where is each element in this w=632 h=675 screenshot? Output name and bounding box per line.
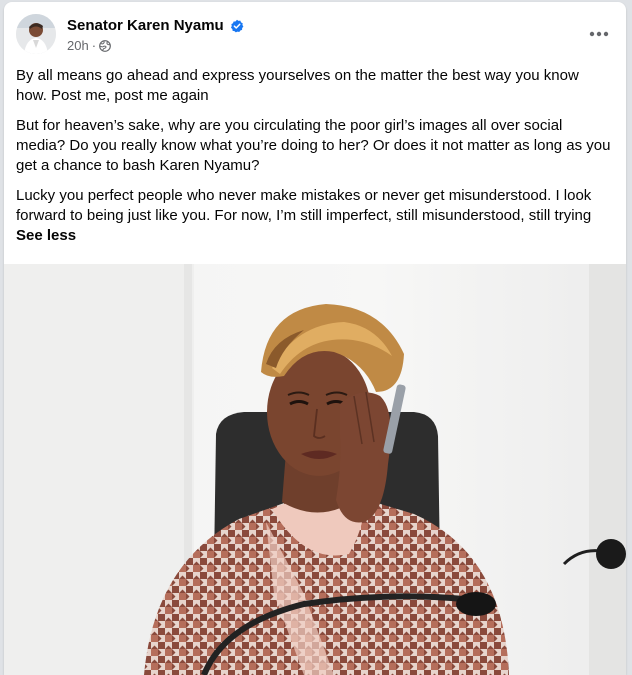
verified-badge-icon [230,19,244,32]
author-avatar[interactable] [16,14,56,54]
see-less-link[interactable]: See less [16,227,76,244]
more-options-icon [589,31,609,37]
author-name[interactable]: Senator Karen Nyamu [67,17,224,34]
post-meta: 20h · [67,38,111,53]
author-name-row: Senator Karen Nyamu [67,17,244,34]
post-paragraph-last: Lucky you perfect people who never make … [16,186,612,246]
post-card: Senator Karen Nyamu 20h · By all means g… [4,2,626,675]
post-photo-image [4,264,626,675]
post-paragraph: By all means go ahead and express yourse… [16,67,579,104]
post-timestamp[interactable]: 20h [67,38,89,53]
post-paragraph: But for heaven’s sake, why are you circu… [16,117,611,174]
more-options-button[interactable] [586,24,612,44]
avatar-image [16,14,56,54]
post-photo[interactable] [4,264,626,675]
post-message: By all means go ahead and express yourse… [16,66,612,256]
post-paragraph-text: Lucky you perfect people who never make … [16,187,592,224]
meta-separator: · [91,38,97,53]
globe-icon[interactable] [99,39,111,52]
post-header: Senator Karen Nyamu 20h · [4,2,626,62]
